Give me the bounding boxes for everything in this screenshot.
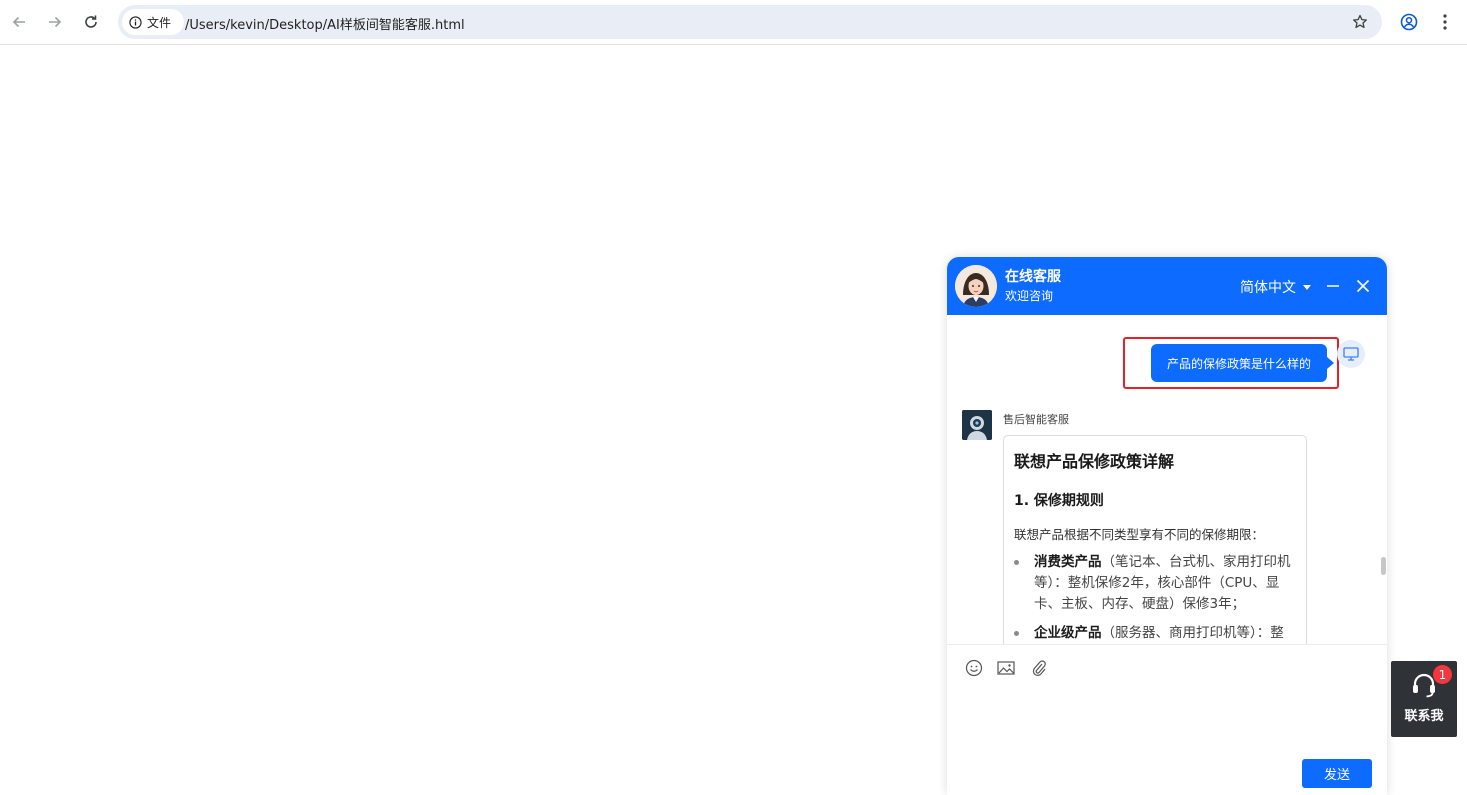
- chat-input-area[interactable]: 发送: [947, 644, 1387, 795]
- info-icon: [129, 15, 142, 29]
- browser-toolbar: 文件 /Users/kevin/Desktop/AI样板间智能客服.html: [0, 0, 1467, 45]
- image-icon: [997, 661, 1015, 675]
- monitor-icon: [1343, 347, 1359, 361]
- chat-widget: 在线客服 欢迎咨询 简体中文 产品的保修政策是什么样的 售后智能客服 联想产品保…: [947, 257, 1387, 795]
- profile-icon: [1400, 13, 1418, 31]
- card-intro: 联想产品根据不同类型享有不同的保修期限：: [1014, 527, 1265, 542]
- language-select[interactable]: 简体中文: [1240, 277, 1311, 297]
- user-avatar: [1337, 340, 1365, 368]
- list-item: 企业级产品（服务器、商用打印机等）：整机保修3年，核心部件保修5年（需提供企: [1014, 623, 1296, 644]
- arrow-left-icon: [12, 16, 25, 28]
- url-text[interactable]: /Users/kevin/Desktop/AI样板间智能客服.html: [185, 14, 465, 33]
- list-item-label: 企业级产品: [1034, 625, 1102, 641]
- arrow-right-icon: [49, 16, 62, 28]
- profile-button[interactable]: [1399, 12, 1419, 32]
- chat-title: 在线客服: [1005, 269, 1061, 285]
- contact-label: 联系我: [1404, 709, 1444, 724]
- send-label: 发送: [1323, 768, 1350, 783]
- card-section-title: 1. 保修期规则: [1014, 493, 1104, 509]
- close-icon: [1356, 279, 1370, 293]
- emoji-icon: [965, 659, 983, 677]
- chat-messages[interactable]: 产品的保修政策是什么样的 售后智能客服 联想产品保修政策详解 1. 保修期规则 …: [947, 315, 1387, 644]
- attach-button[interactable]: [1029, 658, 1049, 678]
- chat-header: 在线客服 欢迎咨询 简体中文: [947, 257, 1387, 315]
- close-button[interactable]: [1354, 277, 1372, 295]
- bot-message-card: 联想产品保修政策详解 1. 保修期规则 联想产品根据不同类型享有不同的保修期限：…: [1003, 435, 1307, 644]
- scrollbar-thumb[interactable]: [1381, 557, 1386, 575]
- emoji-button[interactable]: [964, 658, 984, 678]
- site-info-label: 文件: [147, 15, 172, 30]
- warranty-list: 消费类产品（笔记本、台式机、家用打印机等）：整机保修2年，核心部件（CPU、显卡…: [1014, 552, 1296, 644]
- forward-button[interactable]: [42, 9, 68, 35]
- highlight-box: 产品的保修政策是什么样的: [1123, 337, 1339, 389]
- notification-badge: 1: [1433, 665, 1452, 684]
- language-label: 简体中文: [1240, 280, 1296, 296]
- caret-down-icon: [1303, 284, 1311, 290]
- bot-avatar: [962, 410, 992, 440]
- paperclip-icon: [1032, 660, 1046, 676]
- list-item: 消费类产品（笔记本、台式机、家用打印机等）：整机保修2年，核心部件（CPU、显卡…: [1014, 552, 1296, 615]
- address-bar[interactable]: 文件 /Users/kevin/Desktop/AI样板间智能客服.html: [118, 5, 1382, 39]
- reload-icon: [85, 15, 97, 28]
- star-icon[interactable]: [1352, 14, 1368, 30]
- image-button[interactable]: [996, 658, 1016, 678]
- minimize-button[interactable]: [1324, 277, 1342, 295]
- send-button[interactable]: 发送: [1302, 759, 1372, 788]
- site-info-chip[interactable]: 文件: [122, 9, 184, 35]
- back-button[interactable]: [6, 9, 32, 35]
- minus-icon: [1327, 285, 1339, 287]
- browser-menu-button[interactable]: [1435, 12, 1455, 32]
- bot-name: 售后智能客服: [1003, 413, 1069, 426]
- user-message-bubble: 产品的保修政策是什么样的: [1151, 344, 1334, 382]
- list-item-label: 消费类产品: [1034, 554, 1102, 570]
- contact-me-button[interactable]: 1 联系我: [1391, 661, 1457, 737]
- chat-subtitle: 欢迎咨询: [1005, 289, 1054, 303]
- user-message-text: 产品的保修政策是什么样的: [1166, 356, 1311, 371]
- card-title: 联想产品保修政策详解: [1014, 452, 1175, 471]
- agent-avatar: [955, 265, 997, 307]
- more-vertical-icon: [1443, 14, 1447, 30]
- reload-button[interactable]: [78, 9, 104, 35]
